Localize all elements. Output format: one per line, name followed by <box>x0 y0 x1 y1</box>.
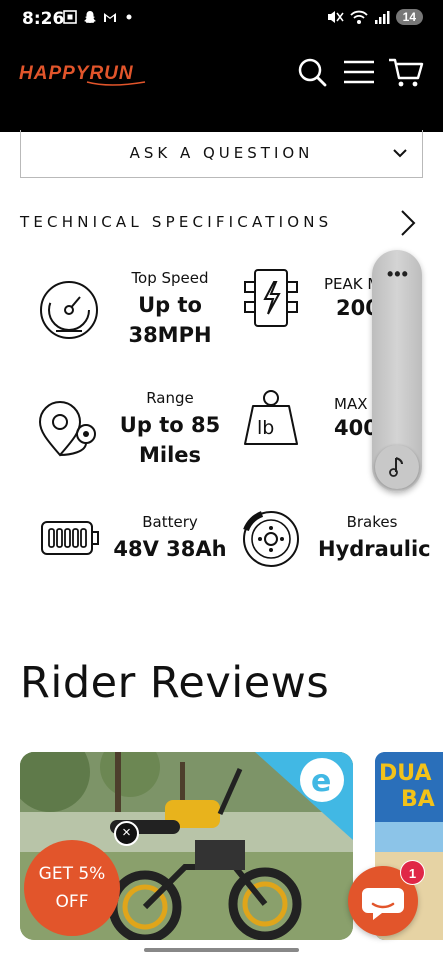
music-note-button[interactable] <box>375 445 419 489</box>
happyrun-logo[interactable]: HAPPYRUN <box>19 58 149 93</box>
battery-level: 14 <box>395 9 423 25</box>
spec-value-range-line2: Miles <box>138 443 202 467</box>
site-header: HAPPYRUN <box>0 36 443 132</box>
screenshot-icon <box>63 10 77 24</box>
motor-power-icon <box>244 269 298 327</box>
chat-unread-badge: 1 <box>400 860 425 885</box>
spec-value-battery: 48V 38Ah <box>113 537 227 561</box>
status-system-icons: 14 <box>326 9 423 25</box>
promo-line1: GET 5% <box>38 864 106 884</box>
ask-question-accordion[interactable]: ASK A QUESTION <box>20 130 423 178</box>
range-map-pin-icon <box>38 401 96 457</box>
logo-wordmark: HAPPYRUN <box>19 63 146 86</box>
chevron-down-icon <box>393 149 407 158</box>
gmail-icon <box>104 13 116 22</box>
status-time: 8:26 <box>22 9 65 29</box>
music-note-icon <box>389 457 403 477</box>
floating-side-panel[interactable]: ••• <box>372 250 422 492</box>
close-promo-button[interactable]: × <box>114 821 139 846</box>
battery-icon <box>41 521 99 555</box>
signal-icon <box>374 11 390 24</box>
status-notification-icons <box>63 10 137 24</box>
spec-label-top-speed: Top Speed <box>131 269 209 287</box>
more-options-button[interactable]: ••• <box>387 264 409 285</box>
rider-reviews-title: Rider Reviews <box>20 658 330 708</box>
spec-label-range: Range <box>146 389 194 407</box>
tech-specs-title: TECHNICAL SPECIFICATIONS <box>20 213 333 231</box>
disc-brake-icon <box>243 511 299 567</box>
cart-icon[interactable] <box>388 58 424 88</box>
mute-icon <box>327 11 344 23</box>
ask-question-label: ASK A QUESTION <box>129 144 314 162</box>
promo-line2: OFF <box>55 892 89 912</box>
logo-text: HAPPYRUN <box>19 63 134 84</box>
spec-value-top-speed-line1: Up to <box>138 293 202 317</box>
spec-value-range-line1: Up to 85 <box>119 413 221 437</box>
spec-value-brakes: Hydraulic <box>318 537 431 561</box>
review-card2-text2: BA <box>401 787 435 812</box>
discount-popup-button[interactable]: GET 5% OFF <box>24 840 120 936</box>
status-bar: 8:26 14 <box>0 0 443 36</box>
search-icon[interactable] <box>296 56 328 88</box>
svg-text:lb: lb <box>257 417 274 439</box>
menu-icon[interactable] <box>342 59 376 85</box>
wifi-icon <box>349 10 368 24</box>
weight-lb-icon: lb <box>244 390 298 445</box>
spec-label-brakes: Brakes <box>346 513 398 531</box>
spec-label-battery: Battery <box>142 513 198 531</box>
spec-value-top-speed-line2: 38MPH <box>128 323 212 347</box>
review-card2-text1: DUA <box>379 761 431 786</box>
dot-icon <box>126 14 132 20</box>
snapchat-icon <box>84 11 96 23</box>
chevron-right-icon[interactable] <box>398 209 418 237</box>
speedometer-icon <box>40 281 98 339</box>
home-indicator[interactable] <box>144 948 299 952</box>
svg-text:e: e <box>311 764 331 799</box>
